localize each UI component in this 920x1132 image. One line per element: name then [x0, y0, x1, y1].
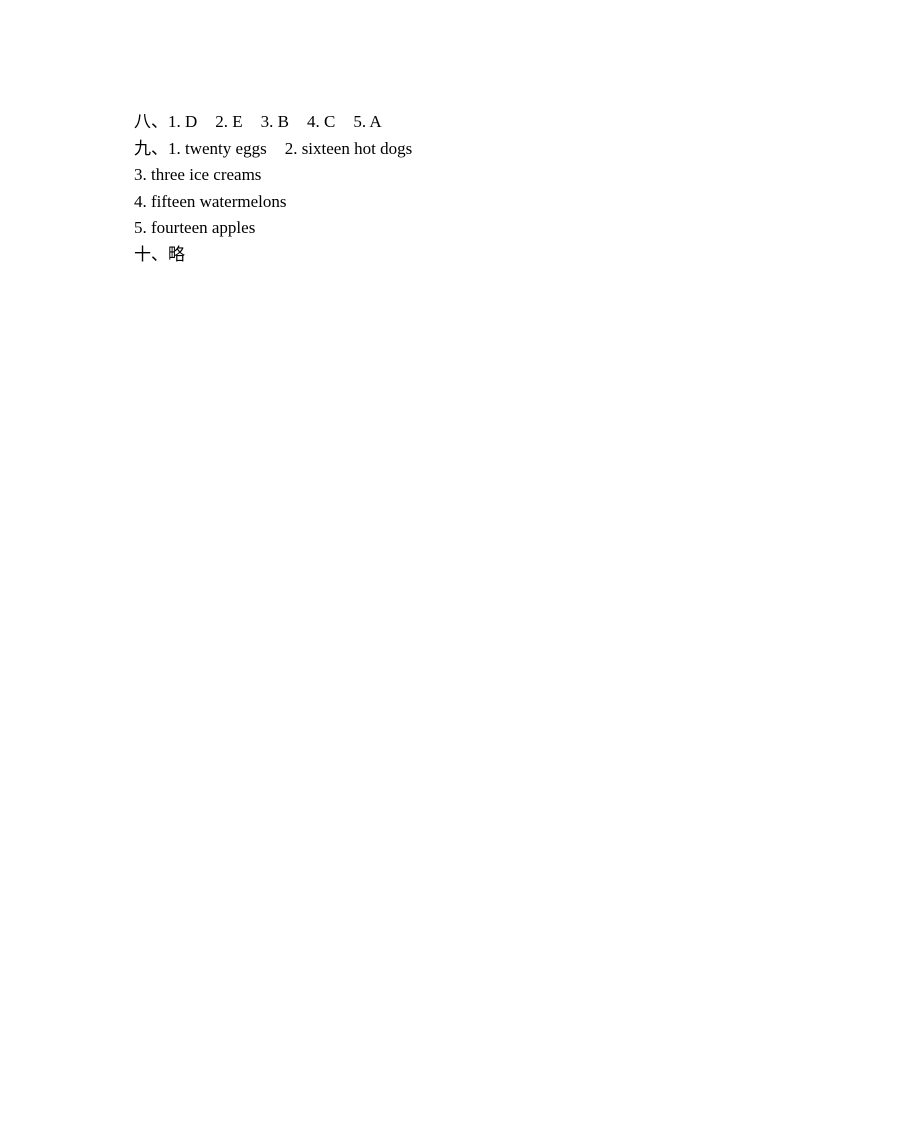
answer-text: 略 — [168, 244, 185, 264]
section-10-line: 十、略 — [134, 242, 412, 269]
answer-item: 5. fourteen apples — [134, 218, 256, 238]
answer-key: 八、1. D 2. E 3. B 4. C 5. A 九、1. twenty eggs 2… — [134, 109, 412, 269]
section-9-continuation: 3. three ice creams — [134, 162, 412, 189]
answer-item: 1. twenty eggs — [168, 138, 267, 158]
answer-item: 3. B — [260, 112, 290, 131]
answer-item: 2. sixteen hot dogs — [284, 138, 413, 158]
answer-item: 4. C — [307, 112, 336, 131]
answer-item: 2. E — [215, 112, 243, 131]
answer-item: 1. D — [168, 112, 198, 131]
section-8-line: 八、1. D 2. E 3. B 4. C 5. A — [134, 109, 412, 136]
answer-item: 3. three ice creams — [134, 165, 262, 185]
section-9-continuation: 5. fourteen apples — [134, 215, 412, 242]
section-marker: 九、 — [134, 138, 168, 158]
answer-item: 5. A — [353, 112, 382, 131]
document-page: 八、1. D 2. E 3. B 4. C 5. A 九、1. twenty eggs 2… — [0, 0, 920, 1132]
section-marker: 十、 — [134, 244, 168, 264]
section-9-continuation: 4. fifteen watermelons — [134, 189, 412, 216]
section-9-line: 九、1. twenty eggs 2. sixteen hot dogs — [134, 136, 412, 163]
answer-item: 4. fifteen watermelons — [134, 191, 287, 211]
section-marker: 八、 — [134, 112, 168, 131]
